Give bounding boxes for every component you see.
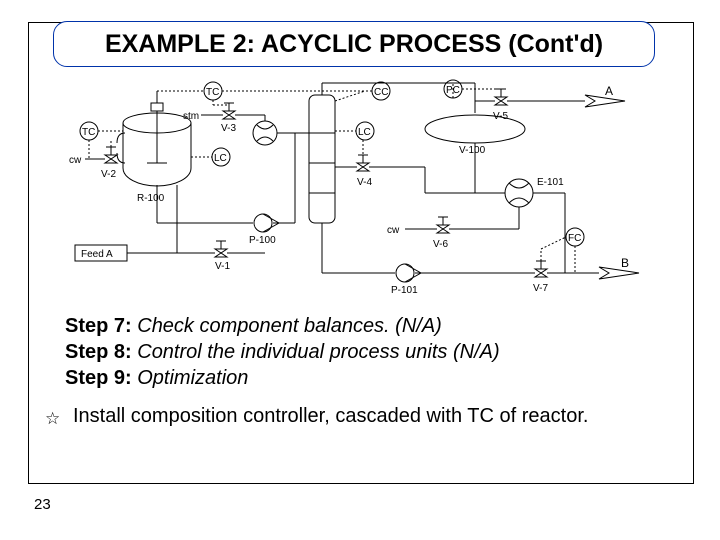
svg-text:P-101: P-101 (391, 285, 418, 296)
step-8-text: Control the individual process units (N/… (132, 341, 500, 363)
step-9-label: Step 9: (65, 367, 132, 389)
svg-text:cw: cw (69, 155, 82, 166)
step-7-label: Step 7: (65, 315, 132, 337)
bullet-1: Install composition controller, cascaded… (73, 405, 588, 428)
page-number: 23 (34, 496, 51, 513)
valve-v7-icon (535, 261, 547, 277)
svg-text:V-7: V-7 (533, 283, 548, 294)
step-8-label: Step 8: (65, 341, 132, 363)
svg-text:V-4: V-4 (357, 177, 372, 188)
svg-text:PC: PC (446, 85, 460, 96)
svg-text:LC: LC (214, 153, 227, 164)
svg-text:A: A (605, 84, 613, 98)
valve-v5-icon (495, 89, 507, 105)
feed-label: Feed A (81, 249, 113, 260)
star-icon: ☆ (45, 409, 60, 429)
valve-v1-icon (215, 241, 227, 257)
title-box: EXAMPLE 2: ACYCLIC PROCESS (Cont'd) (53, 21, 655, 67)
step-9-text: Optimization (132, 367, 249, 389)
svg-text:CC: CC (374, 87, 388, 98)
svg-text:E-101: E-101 (537, 177, 564, 188)
valve-v2-icon (105, 147, 117, 163)
svg-text:V-5: V-5 (493, 111, 508, 122)
step-9: Step 9: Optimization (65, 367, 248, 390)
step-7: Step 7: Check component balances. (N/A) (65, 315, 442, 338)
svg-text:FC: FC (568, 233, 581, 244)
svg-text:stm: stm (183, 111, 199, 122)
svg-text:V-2: V-2 (101, 169, 116, 180)
slide-frame: EXAMPLE 2: ACYCLIC PROCESS (Cont'd) R-10… (28, 22, 694, 484)
svg-text:V-100: V-100 (459, 145, 486, 156)
svg-text:P-100: P-100 (249, 235, 276, 246)
valve-v4-icon (357, 155, 369, 171)
process-diagram: R-100 Feed A V-1 cw V- (65, 73, 657, 303)
svg-text:TC: TC (206, 87, 219, 98)
step-7-text: Check component balances. (N/A) (132, 315, 442, 337)
svg-text:B: B (621, 256, 629, 270)
svg-text:V-1: V-1 (215, 261, 230, 272)
valve-v6-icon (437, 217, 449, 233)
svg-text:cw: cw (387, 225, 400, 236)
svg-text:V-6: V-6 (433, 239, 448, 250)
step-8: Step 8: Control the individual process u… (65, 341, 500, 364)
svg-text:LC: LC (358, 127, 371, 138)
valve-v3-icon (223, 103, 235, 119)
page-title: EXAMPLE 2: ACYCLIC PROCESS (Cont'd) (105, 30, 603, 58)
svg-text:TC: TC (82, 127, 95, 138)
reactor-label: R-100 (137, 193, 165, 204)
svg-text:V-3: V-3 (221, 123, 236, 134)
